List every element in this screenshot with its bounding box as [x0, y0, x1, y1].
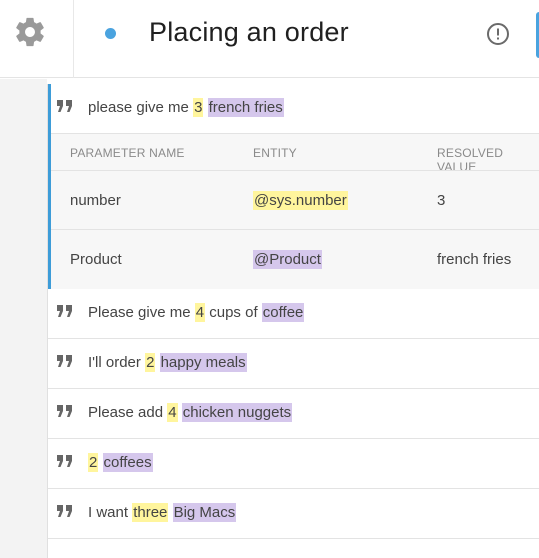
phrase-text[interactable]: I'll order 2 happy meals	[88, 353, 247, 372]
phrase-segment	[155, 354, 159, 371]
parameter-name-cell[interactable]: Product	[70, 251, 122, 268]
page-header: Placing an order	[0, 0, 539, 78]
quote-icon	[57, 455, 72, 467]
resolved-value-cell[interactable]: french fries	[437, 251, 511, 268]
phrase-segment: cups of	[205, 304, 262, 321]
quote-icon	[57, 505, 72, 517]
column-header-entity: ENTITY	[253, 146, 297, 160]
phrase-segment: I want	[88, 504, 133, 521]
table-row[interactable]: number @sys.number 3	[51, 171, 539, 230]
training-phrase[interactable]: I'll order 2 happy meals	[48, 339, 539, 389]
phrase-segment	[203, 99, 207, 116]
resolved-value-cell[interactable]: 3	[437, 192, 445, 209]
number-annotation: 4	[167, 403, 178, 422]
number-annotation: 3	[193, 98, 204, 117]
number-annotation: 2	[145, 353, 156, 372]
status-dot-icon	[105, 28, 116, 39]
quote-icon	[57, 305, 72, 317]
phrase-segment	[98, 454, 102, 471]
number-annotation: 2	[88, 453, 99, 472]
product-annotation: coffee	[261, 303, 305, 322]
training-phrase-list: please give me 3 french fries PARAMETER …	[47, 84, 539, 558]
quote-icon	[57, 100, 72, 112]
training-phrase[interactable]: please give me 3 french fries	[51, 84, 539, 134]
product-annotation: french fries	[207, 98, 284, 117]
phrase-segment: please give me	[88, 99, 194, 116]
phrase-text[interactable]: Please give me 4 cups of coffee	[88, 303, 305, 322]
product-annotation: happy meals	[159, 353, 247, 372]
exclamation-circle-icon[interactable]	[486, 22, 510, 46]
gear-icon	[16, 17, 44, 47]
quote-icon	[57, 355, 72, 367]
number-annotation: 4	[194, 303, 206, 322]
entity-cell[interactable]: @sys.number	[253, 191, 348, 210]
phrase-text[interactable]: I want three Big Macs	[88, 503, 237, 522]
product-annotation: Big Macs	[172, 503, 237, 522]
parameter-name-cell[interactable]: number	[70, 192, 121, 209]
training-phrase[interactable]: I want three Big Macs	[48, 489, 539, 539]
column-header-parameter-name: PARAMETER NAME	[70, 146, 185, 160]
left-gutter	[0, 79, 47, 558]
product-annotation: chicken nuggets	[181, 403, 293, 422]
product-annotation: coffees	[102, 453, 153, 472]
training-phrase[interactable]: Please add 4 chicken nuggets	[48, 389, 539, 439]
phrase-text[interactable]: please give me 3 french fries	[88, 98, 284, 117]
parameter-table: PARAMETER NAME ENTITY RESOLVED VALUE num…	[51, 134, 539, 289]
phrase-segment: Please add	[88, 404, 168, 421]
training-phrase[interactable]: 2 coffees	[48, 439, 539, 489]
table-row[interactable]: Product @Product french fries	[51, 230, 539, 289]
selected-phrase-block: please give me 3 french fries PARAMETER …	[48, 84, 539, 289]
phrase-text[interactable]: 2 coffees	[88, 453, 153, 472]
page-title: Placing an order	[149, 17, 349, 47]
phrase-segment: Please give me	[88, 304, 195, 321]
phrase-text[interactable]: Please add 4 chicken nuggets	[88, 403, 293, 422]
phrase-segment: I'll order	[88, 354, 146, 371]
entity-label: @sys.number	[253, 191, 348, 210]
settings-button[interactable]	[0, 0, 74, 78]
entity-label: @Product	[253, 250, 322, 269]
quote-icon	[57, 405, 72, 417]
number-annotation: three	[132, 503, 169, 522]
phrase-segment	[168, 504, 172, 521]
training-phrase[interactable]: Please give me 4 cups of coffee	[48, 289, 539, 339]
entity-cell[interactable]: @Product	[253, 250, 322, 269]
